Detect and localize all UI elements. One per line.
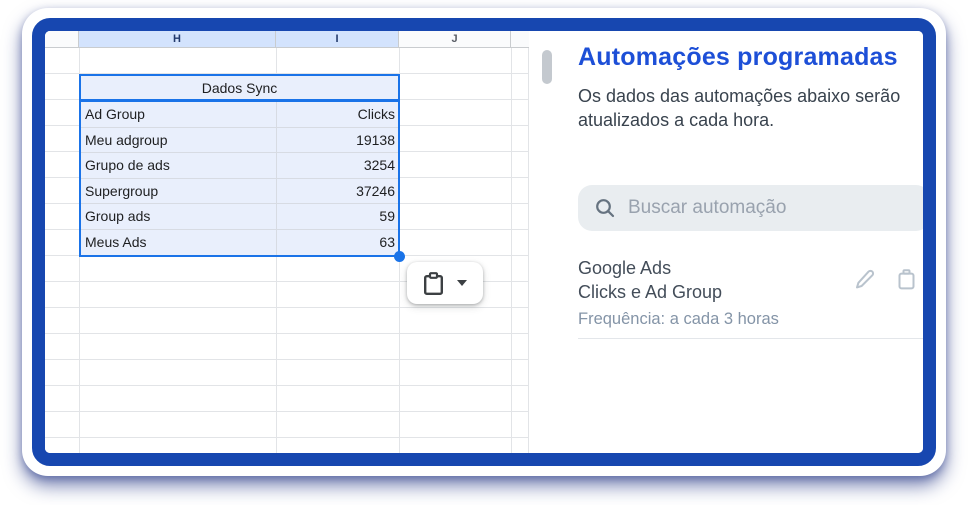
cell-name[interactable]: Group ads	[81, 204, 277, 229]
table-row[interactable]: Meu adgroup 19138	[81, 128, 398, 154]
page-description: Os dados das automações abaixo serão atu…	[578, 85, 930, 133]
cell-name[interactable]: Meus Ads	[81, 230, 277, 256]
search-box[interactable]	[578, 185, 930, 231]
column-header-h[interactable]: H	[79, 31, 276, 47]
page-title: Automações programadas	[578, 43, 930, 72]
cell-value[interactable]: 59	[277, 204, 398, 229]
edit-icon[interactable]	[854, 268, 877, 291]
dados-sync-cell[interactable]: Dados Sync	[79, 74, 400, 101]
app-card: H I J Dados Sync Ad Group Click	[22, 8, 946, 476]
search-icon	[594, 197, 616, 219]
table-row[interactable]: Meus Ads 63	[81, 230, 398, 256]
automation-frequency: Frequência: a cada 3 horas	[578, 310, 930, 329]
automation-source: Google Ads	[578, 256, 722, 280]
spreadsheet[interactable]: H I J Dados Sync Ad Group Click	[45, 31, 529, 453]
cell-clicks[interactable]: Clicks	[277, 102, 398, 127]
cell-value[interactable]: 19138	[277, 128, 398, 153]
clipboard-icon	[423, 272, 444, 295]
cell-value[interactable]: 63	[277, 230, 398, 256]
vertical-scrollbar-thumb[interactable]	[542, 50, 552, 84]
delete-icon[interactable]	[895, 268, 918, 291]
paste-button[interactable]	[407, 262, 483, 304]
automation-item: Google Ads Clicks e Ad Group	[578, 256, 930, 340]
sheet-grid[interactable]: Dados Sync Ad Group Clicks Meu adgroup 1…	[45, 48, 529, 453]
automation-fields: Clicks e Ad Group	[578, 280, 722, 304]
column-header-blank[interactable]	[45, 31, 79, 47]
cell-name[interactable]: Meu adgroup	[81, 128, 277, 153]
column-header-partial[interactable]	[511, 31, 529, 47]
cell-value[interactable]: 3254	[277, 153, 398, 178]
cell-name[interactable]: Supergroup	[81, 179, 277, 204]
table-row[interactable]: Supergroup 37246	[81, 179, 398, 205]
selected-range[interactable]: Ad Group Clicks Meu adgroup 19138 Grupo …	[79, 100, 400, 257]
table-header-row[interactable]: Ad Group Clicks	[81, 102, 398, 128]
cell-name[interactable]: Grupo de ads	[81, 153, 277, 178]
gridline	[511, 48, 512, 453]
automations-sidebar: Automações programadas Os dados das auto…	[557, 31, 936, 453]
column-header-row: H I J	[45, 31, 529, 48]
selection-handle[interactable]	[394, 251, 405, 262]
chevron-down-icon[interactable]	[457, 280, 467, 286]
divider	[578, 338, 930, 339]
column-header-i[interactable]: I	[276, 31, 399, 47]
column-header-j[interactable]: J	[399, 31, 511, 47]
cell-value[interactable]: 37246	[277, 179, 398, 204]
search-input[interactable]	[628, 197, 914, 219]
scrollbar-gutter	[529, 31, 557, 453]
blue-frame: H I J Dados Sync Ad Group Click	[32, 18, 936, 466]
table-row[interactable]: Grupo de ads 3254	[81, 153, 398, 179]
table-row[interactable]: Group ads 59	[81, 204, 398, 230]
cell-ad-group[interactable]: Ad Group	[81, 102, 277, 127]
